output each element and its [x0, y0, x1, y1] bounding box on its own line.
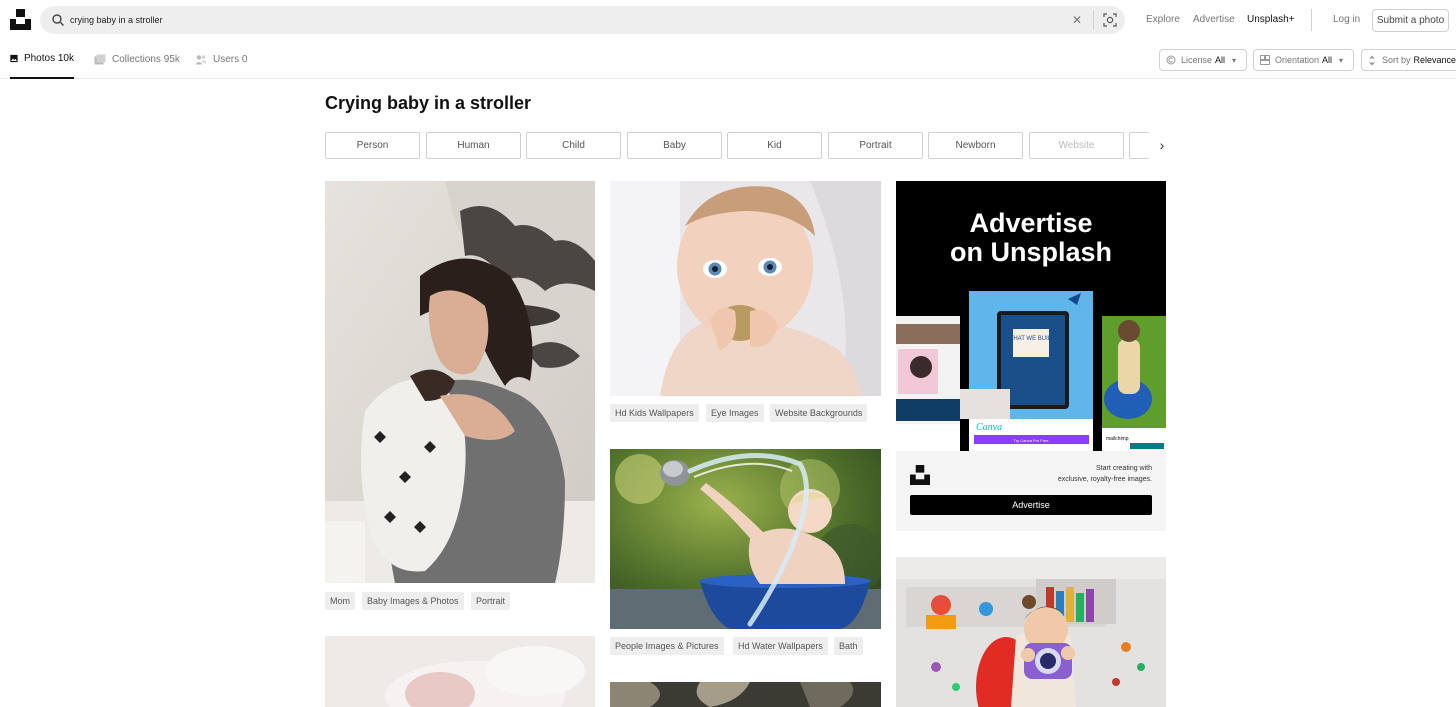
tab-photos-count: 10k	[57, 53, 74, 64]
photo-tag[interactable]: Website Backgrounds	[770, 404, 868, 422]
related-chip[interactable]: Human	[426, 132, 521, 159]
chevron-down-icon: ▾	[1339, 55, 1344, 65]
tab-collections-count: 95k	[163, 53, 180, 65]
related-chip[interactable]: Child	[526, 132, 621, 159]
license-icon	[1166, 55, 1176, 65]
photo-image	[610, 449, 881, 629]
related-chip[interactable]: Kid	[727, 132, 822, 159]
ad-title-line1: Advertise	[969, 208, 1093, 238]
license-filter[interactable]: License All ▾	[1159, 49, 1247, 71]
ad-title-line2: on Unsplash	[949, 237, 1112, 267]
advertise-banner[interactable]: Advertise on Unsplash WHAT WE BUILT Canv…	[896, 181, 1166, 531]
related-chip[interactable]: Person	[325, 132, 420, 159]
orientation-filter-label: Orientation	[1275, 55, 1320, 65]
photo-tag[interactable]: Baby Images & Photos	[362, 592, 464, 610]
ad-copy-line1: Start creating with	[1095, 465, 1152, 472]
tab-users-label: Users	[213, 53, 240, 65]
tab-photos-label: Photos	[23, 53, 56, 64]
mock-canva-logo: Canva	[976, 422, 1002, 433]
visual-search-icon[interactable]	[1102, 12, 1118, 28]
related-chip[interactable]: Baby	[627, 132, 722, 159]
tab-users-count: 0	[241, 53, 248, 65]
top-bar: ✕ Explore Advertise Unsplash+ Log in Sub…	[0, 0, 1456, 40]
related-chip-overflow	[1129, 132, 1149, 159]
submit-photo-button[interactable]: Submit a photo	[1372, 9, 1449, 32]
sort-filter-label: Sort by	[1382, 55, 1411, 65]
related-chip[interactable]: Newborn	[928, 132, 1023, 159]
unsplash-logo-icon[interactable]	[10, 9, 31, 30]
sort-filter[interactable]: Sort by Relevance	[1361, 49, 1456, 71]
photo-toddler-toy-camera[interactable]	[896, 557, 1166, 707]
photo-camouflage[interactable]	[610, 682, 881, 707]
photo-image	[325, 181, 595, 583]
collections-icon	[94, 54, 106, 64]
photo-image	[610, 181, 881, 396]
photo-icon	[10, 54, 18, 63]
chevron-down-icon: ▾	[1232, 55, 1237, 65]
search-input[interactable]	[70, 10, 1050, 30]
tab-collections-label: Collections	[112, 53, 161, 65]
mock-canva-cta: Try Canva Pro Free	[1014, 438, 1050, 443]
nav-explore[interactable]: Explore	[1146, 14, 1180, 25]
photo-tag[interactable]: Portrait	[471, 592, 511, 610]
tab-photos[interactable]: Photos 10k	[10, 40, 74, 79]
photo-baby-bath-splash[interactable]	[610, 449, 881, 629]
sort-filter-value: Relevance	[1413, 55, 1456, 65]
license-filter-value: All	[1215, 55, 1226, 65]
sort-icon	[1369, 55, 1375, 65]
photo-mom-holding-baby[interactable]	[325, 181, 595, 583]
related-chip[interactable]: Portrait	[828, 132, 923, 159]
nav-unsplash-plus[interactable]: Unsplash+	[1247, 14, 1295, 25]
ad-copy: Start creating with exclusive, royalty-f…	[992, 463, 1152, 485]
ad-footer: Start creating with exclusive, royalty-f…	[896, 451, 1166, 531]
advertise-button[interactable]: Advertise	[910, 495, 1152, 515]
photo-image	[896, 557, 1166, 707]
login-link[interactable]: Log in	[1333, 14, 1360, 25]
license-filter-label: License	[1181, 55, 1213, 65]
search-divider	[1093, 11, 1094, 29]
tab-users[interactable]: Users 0	[195, 40, 247, 78]
users-icon	[195, 54, 207, 64]
photo-tag[interactable]: Eye Images	[706, 404, 764, 422]
search-icon[interactable]	[51, 13, 65, 27]
photo-tag[interactable]: People Images & Pictures	[610, 637, 724, 655]
photo-sleeping-baby[interactable]	[325, 636, 595, 707]
results-tabs-bar: Photos 10k Collections 95k Users 0 Licen…	[0, 40, 1456, 79]
unsplash-logo-icon	[910, 465, 930, 485]
ad-copy-line2: exclusive, royalty-free images.	[1057, 476, 1152, 483]
photo-image	[325, 636, 595, 707]
nav-advertise[interactable]: Advertise	[1193, 14, 1235, 25]
orientation-filter-value: All	[1322, 55, 1333, 65]
photo-baby-blue-eyes[interactable]	[610, 181, 881, 396]
nav-divider	[1311, 9, 1312, 31]
ad-title: Advertise on Unsplash	[896, 209, 1166, 267]
related-chip[interactable]: Website	[1029, 132, 1124, 159]
page-title: Crying baby in a stroller	[325, 93, 532, 113]
photo-tag[interactable]: Bath	[834, 637, 863, 655]
photo-tag[interactable]: Mom	[325, 592, 355, 610]
tab-collections[interactable]: Collections 95k	[94, 40, 180, 78]
ad-mockup-collage: WHAT WE BUILT Canva Try Canva Pro Free m…	[896, 291, 1166, 451]
search-bar: ✕	[40, 6, 1125, 34]
clear-icon[interactable]: ✕	[1070, 13, 1084, 27]
mock-mailchimp-logo: mailchimp	[1106, 436, 1129, 442]
chevron-right-icon[interactable]: ›	[1154, 137, 1170, 153]
orientation-icon	[1260, 55, 1270, 65]
orientation-filter[interactable]: Orientation All ▾	[1253, 49, 1354, 71]
photo-image	[610, 682, 881, 707]
photo-tag[interactable]: Hd Water Wallpapers	[733, 637, 828, 655]
mock-phone-heading: WHAT WE BUILT	[1008, 336, 1055, 342]
photo-tag[interactable]: Hd Kids Wallpapers	[610, 404, 699, 422]
